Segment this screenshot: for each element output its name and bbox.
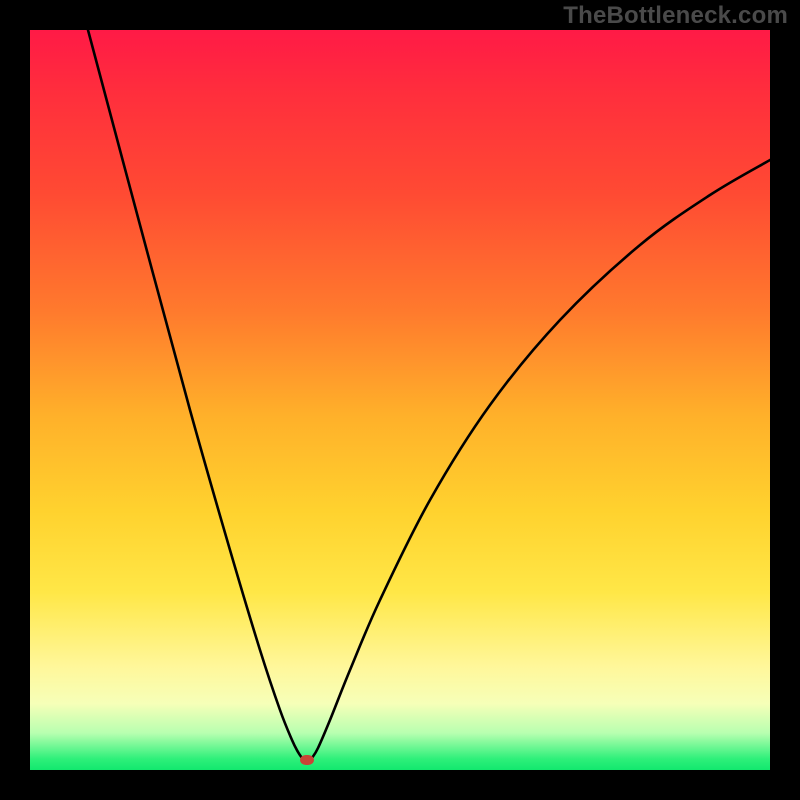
- plot-area: [30, 30, 770, 770]
- watermark-text: TheBottleneck.com: [563, 2, 788, 30]
- curve-path: [88, 30, 770, 758]
- curve-svg: [30, 30, 770, 770]
- minimum-marker: [300, 755, 314, 765]
- chart-frame: TheBottleneck.com: [0, 0, 800, 800]
